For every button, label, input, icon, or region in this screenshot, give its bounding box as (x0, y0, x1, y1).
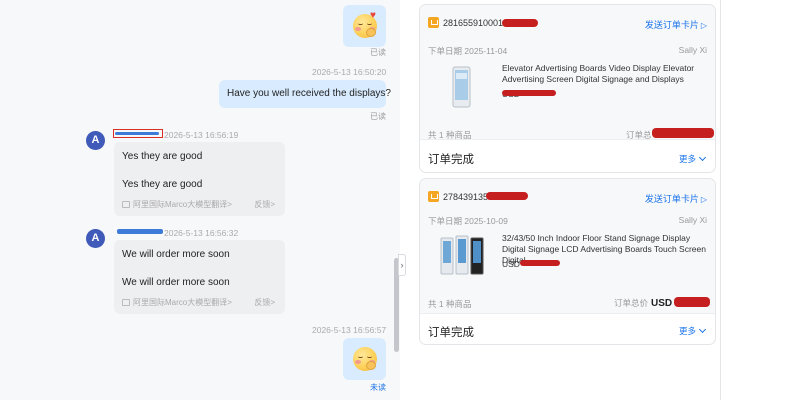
feedback-link[interactable]: 反馈> (254, 199, 275, 210)
send-icon: ▷ (700, 195, 707, 204)
order-status: 订单完成 (428, 327, 474, 339)
feedback-link[interactable]: 反馈> (254, 297, 275, 308)
unread-status: 未读 (370, 383, 386, 392)
product-thumbnail[interactable] (436, 65, 486, 111)
message-timestamp: 2026-5-13 16:56:32 (164, 228, 239, 238)
heart-icon: ♥ (370, 10, 376, 21)
translated-text: We will order more soon (122, 277, 230, 288)
incoming-message[interactable]: We will order more soon We will order mo… (114, 240, 285, 314)
order-card[interactable]: 281655910001 发送订单卡片 ▷ 下单日期 2025-11-04 Sal… (419, 4, 716, 173)
order-date: 下单日期 2025-11-04 (428, 46, 508, 56)
sender-name-redacted (113, 129, 163, 138)
translate-icon (122, 201, 130, 208)
redaction-mark (674, 297, 710, 307)
customer-avatar[interactable]: A (86, 131, 105, 150)
redaction-mark (486, 192, 528, 200)
redaction-mark (652, 128, 714, 138)
translation-footer: 阿里国际Marco大模型翻译> 反馈> (122, 199, 275, 210)
redaction-mark (520, 260, 560, 266)
translation-footer: 阿里国际Marco大模型翻译> 反馈> (122, 297, 275, 308)
sender-name-redacted (115, 227, 163, 236)
incoming-message[interactable]: Yes they are good Yes they are good 阿里国际… (114, 142, 285, 216)
more-button[interactable]: 更多 (679, 325, 707, 337)
seller-name: Sally Xi (678, 215, 707, 225)
message-timestamp: 2026-5-13 16:56:19 (164, 130, 239, 140)
shop-icon (428, 17, 439, 28)
translate-icon (122, 299, 130, 306)
sticker-message[interactable]: ♥ (343, 5, 386, 47)
redaction-mark (502, 19, 538, 27)
send-icon: ▷ (700, 21, 707, 30)
product-thumbnail[interactable] (436, 234, 486, 280)
send-order-card-link[interactable]: 发送订单卡片 ▷ (645, 18, 707, 31)
order-number: 281655910001 (443, 18, 504, 28)
chevron-down-icon (698, 153, 707, 162)
customer-avatar[interactable]: A (86, 229, 105, 248)
translate-link[interactable]: 阿里国际Marco大模型翻译> (122, 199, 232, 210)
message-text: We will order more soon (122, 249, 230, 260)
product-title[interactable]: Elevator Advertising Boards Video Displa… (502, 63, 710, 85)
chevron-down-icon (698, 325, 707, 334)
redaction-mark (502, 90, 556, 96)
read-status: 已读 (370, 48, 386, 57)
sticker-message[interactable] (343, 338, 386, 380)
item-count: 共 1 种商品 (428, 299, 472, 309)
order-date: 下单日期 2025-10-09 (428, 216, 508, 226)
outgoing-message[interactable]: Have you well received the displays? (219, 80, 391, 108)
message-timestamp: 2026-5-13 16:56:57 (312, 325, 387, 335)
product-price: USD (502, 259, 520, 269)
shop-icon (428, 191, 439, 202)
seller-name: Sally Xi (678, 45, 707, 55)
read-status: 已读 (370, 112, 386, 121)
message-timestamp: 2026-5-13 16:50:20 (312, 67, 387, 77)
translate-link[interactable]: 阿里国际Marco大模型翻译> (122, 297, 232, 308)
send-order-card-link[interactable]: 发送订单卡片 ▷ (645, 192, 707, 205)
chat-pane: ♥ 已读 2026-5-13 16:50:20 Have you well re… (0, 0, 400, 400)
order-card[interactable]: 2784391350 发送订单卡片 ▷ 下单日期 2025-10-09 Sally… (419, 178, 716, 345)
collapse-panel-button[interactable]: › (398, 254, 406, 276)
order-status: 订单完成 (428, 154, 474, 166)
blush-emoji-icon (353, 347, 377, 371)
order-total: 订单总价 USD (614, 298, 673, 309)
more-button[interactable]: 更多 (679, 153, 707, 165)
order-panel: 281655910001 发送订单卡片 ▷ 下单日期 2025-11-04 Sal… (408, 0, 720, 400)
message-text: Yes they are good (122, 151, 203, 162)
translated-text: Yes they are good (122, 179, 203, 190)
panel-divider (720, 0, 721, 400)
